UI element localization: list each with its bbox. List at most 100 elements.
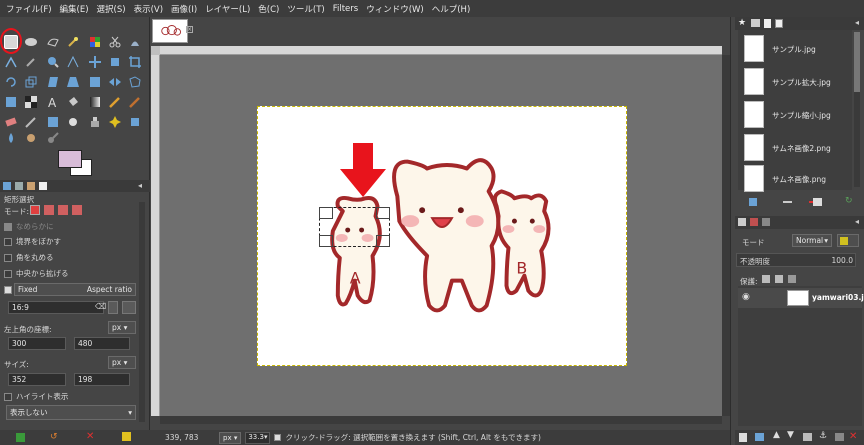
size-width-field[interactable]: 352 [8, 373, 66, 386]
image-canvas[interactable]: A B [257, 106, 627, 366]
paths-tab-icon[interactable] [762, 218, 770, 226]
doc-tab-icon[interactable] [764, 19, 771, 28]
layer-row[interactable]: ◉ yamwari03.jpg [738, 288, 864, 308]
menu-help[interactable]: ヘルプ(H) [430, 3, 477, 15]
lock-alpha-icon[interactable] [788, 275, 796, 283]
unified-transform-tool-icon[interactable] [88, 75, 102, 89]
delete-options-icon[interactable]: ✕ [86, 431, 94, 442]
warp-transform-tool-icon[interactable] [4, 95, 18, 109]
gradient-tool-icon[interactable] [88, 95, 102, 109]
close-tab-icon[interactable]: × [186, 26, 193, 33]
image-tab-thumbnail[interactable] [152, 19, 188, 43]
mode-subtract-button[interactable] [58, 205, 68, 215]
mypaint-brush-tool-icon[interactable] [66, 115, 80, 129]
layer-mode-extra-button[interactable] [837, 234, 859, 247]
menu-layer[interactable]: レイヤー(L) [203, 3, 256, 15]
raise-layer-icon[interactable]: ▲ [773, 430, 780, 440]
list-item[interactable]: サンプル縮小.jpg [744, 101, 840, 129]
foreground-color-swatch-front[interactable] [58, 150, 82, 168]
restore-options-icon[interactable]: ↺ [50, 432, 58, 442]
star-tab-icon[interactable]: ★ [738, 18, 746, 28]
tool-options-tab-icon[interactable] [3, 182, 11, 190]
menu-image[interactable]: 画像(I) [169, 3, 203, 15]
fixed-dropdown[interactable]: Fixed Aspect ratio [14, 283, 136, 296]
ink-tool-icon[interactable] [46, 115, 60, 129]
lock-pixels-icon[interactable] [762, 275, 770, 283]
new-layer-icon[interactable] [739, 433, 747, 442]
new-layer-group-icon[interactable] [755, 433, 764, 441]
save-options-icon[interactable] [16, 433, 25, 442]
mode-add-button[interactable] [44, 205, 54, 215]
anchor-layer-icon[interactable]: ⚓ [819, 431, 827, 441]
list-item[interactable]: サンプル拡大.jpg [744, 68, 840, 96]
menu-windows[interactable]: ウィンドウ(W) [364, 3, 430, 15]
size-height-field[interactable]: 198 [74, 373, 130, 386]
menu-edit[interactable]: 編集(E) [58, 3, 95, 15]
image-tab-icon[interactable] [775, 19, 783, 28]
opacity-slider[interactable]: 不透明度 100.0 [736, 253, 856, 267]
ellipse-select-tool-icon[interactable] [24, 35, 38, 49]
list-item[interactable]: サムネ画像2.png [744, 134, 840, 162]
selection-handle-bl[interactable] [319, 235, 333, 247]
smudge-tool-icon[interactable] [24, 131, 38, 145]
list-tab-icon[interactable] [751, 19, 760, 27]
text-tool-icon[interactable]: A [46, 95, 60, 110]
measure-tool-icon[interactable] [66, 55, 80, 69]
eye-icon[interactable]: ◉ [742, 292, 750, 302]
aspect-ratio-field[interactable]: 16:9 [8, 301, 104, 314]
rounded-row[interactable]: 角を丸める [4, 252, 54, 263]
guides-dropdown[interactable]: 表示しない ▾ [6, 405, 136, 420]
highlight-checkbox[interactable] [4, 392, 12, 401]
scissors-tool-icon[interactable] [108, 35, 122, 49]
zoom-tool-icon[interactable] [46, 55, 60, 69]
horizontal-scrollbar[interactable] [160, 416, 722, 424]
align-tool-icon[interactable] [108, 55, 122, 69]
clone-tool-icon[interactable] [88, 115, 102, 129]
dodge-burn-tool-icon[interactable] [46, 131, 60, 145]
scale-tool-icon[interactable] [24, 75, 38, 89]
unit-dropdown[interactable]: px ▾ [219, 431, 242, 444]
paintbrush-tool-icon[interactable] [128, 95, 142, 109]
position-y-field[interactable]: 480 [74, 337, 130, 350]
portrait-button-icon[interactable] [108, 301, 118, 314]
pencil-tool-icon[interactable] [108, 95, 122, 109]
flip-tool-icon[interactable] [108, 75, 122, 89]
size-unit-dropdown[interactable]: px ▾ [108, 356, 136, 369]
panel-menu-icon[interactable]: ◂ [138, 181, 142, 190]
feather-row[interactable]: 境界をぼかす [4, 236, 61, 247]
menu-tools[interactable]: ツール(T) [285, 3, 330, 15]
new-display-icon[interactable] [813, 198, 822, 206]
menu-file[interactable]: ファイル(F) [4, 3, 58, 15]
lower-layer-icon[interactable]: ▼ [787, 430, 794, 440]
feather-checkbox[interactable] [4, 237, 12, 246]
antialias-checkbox[interactable] [4, 222, 12, 231]
fixed-checkbox[interactable] [4, 286, 12, 294]
foreground-select-tool-icon[interactable] [128, 35, 142, 49]
list-item[interactable]: サンプル.jpg [744, 35, 840, 63]
layers-tab-icon[interactable] [738, 218, 746, 226]
from-center-row[interactable]: 中央から拡げる [4, 268, 69, 279]
heal-tool-icon[interactable] [108, 115, 122, 129]
highlight-row[interactable]: ハイライト表示 [4, 391, 68, 402]
mode-intersect-button[interactable] [72, 205, 82, 215]
selection-handle-tl[interactable] [319, 207, 333, 219]
cage-transform-tool-icon[interactable] [128, 75, 142, 89]
selection-handle-tr[interactable] [376, 207, 390, 219]
delete-layer-icon[interactable]: ✕ [849, 431, 857, 442]
selection-handle-br[interactable] [376, 235, 390, 247]
rounded-checkbox[interactable] [4, 253, 12, 262]
list-item[interactable]: サムネ画像.png [744, 165, 840, 193]
menu-filters[interactable]: Filters [331, 4, 364, 14]
menu-colors[interactable]: 色(C) [256, 3, 285, 15]
paths-tool-icon[interactable] [4, 55, 18, 69]
blur-tool-icon[interactable] [4, 131, 18, 145]
raise-image-icon[interactable] [783, 201, 792, 203]
from-center-checkbox[interactable] [4, 269, 12, 278]
undo-history-tab-icon[interactable] [27, 182, 35, 190]
layer-mode-dropdown[interactable]: Normal ▾ [792, 234, 832, 247]
shear-tool-icon[interactable] [46, 75, 60, 89]
airbrush-tool-icon[interactable] [24, 115, 38, 129]
handle-transform-tool-icon[interactable] [24, 95, 38, 109]
rotate-tool-icon[interactable] [4, 75, 18, 89]
mode-replace-button[interactable] [30, 205, 40, 215]
